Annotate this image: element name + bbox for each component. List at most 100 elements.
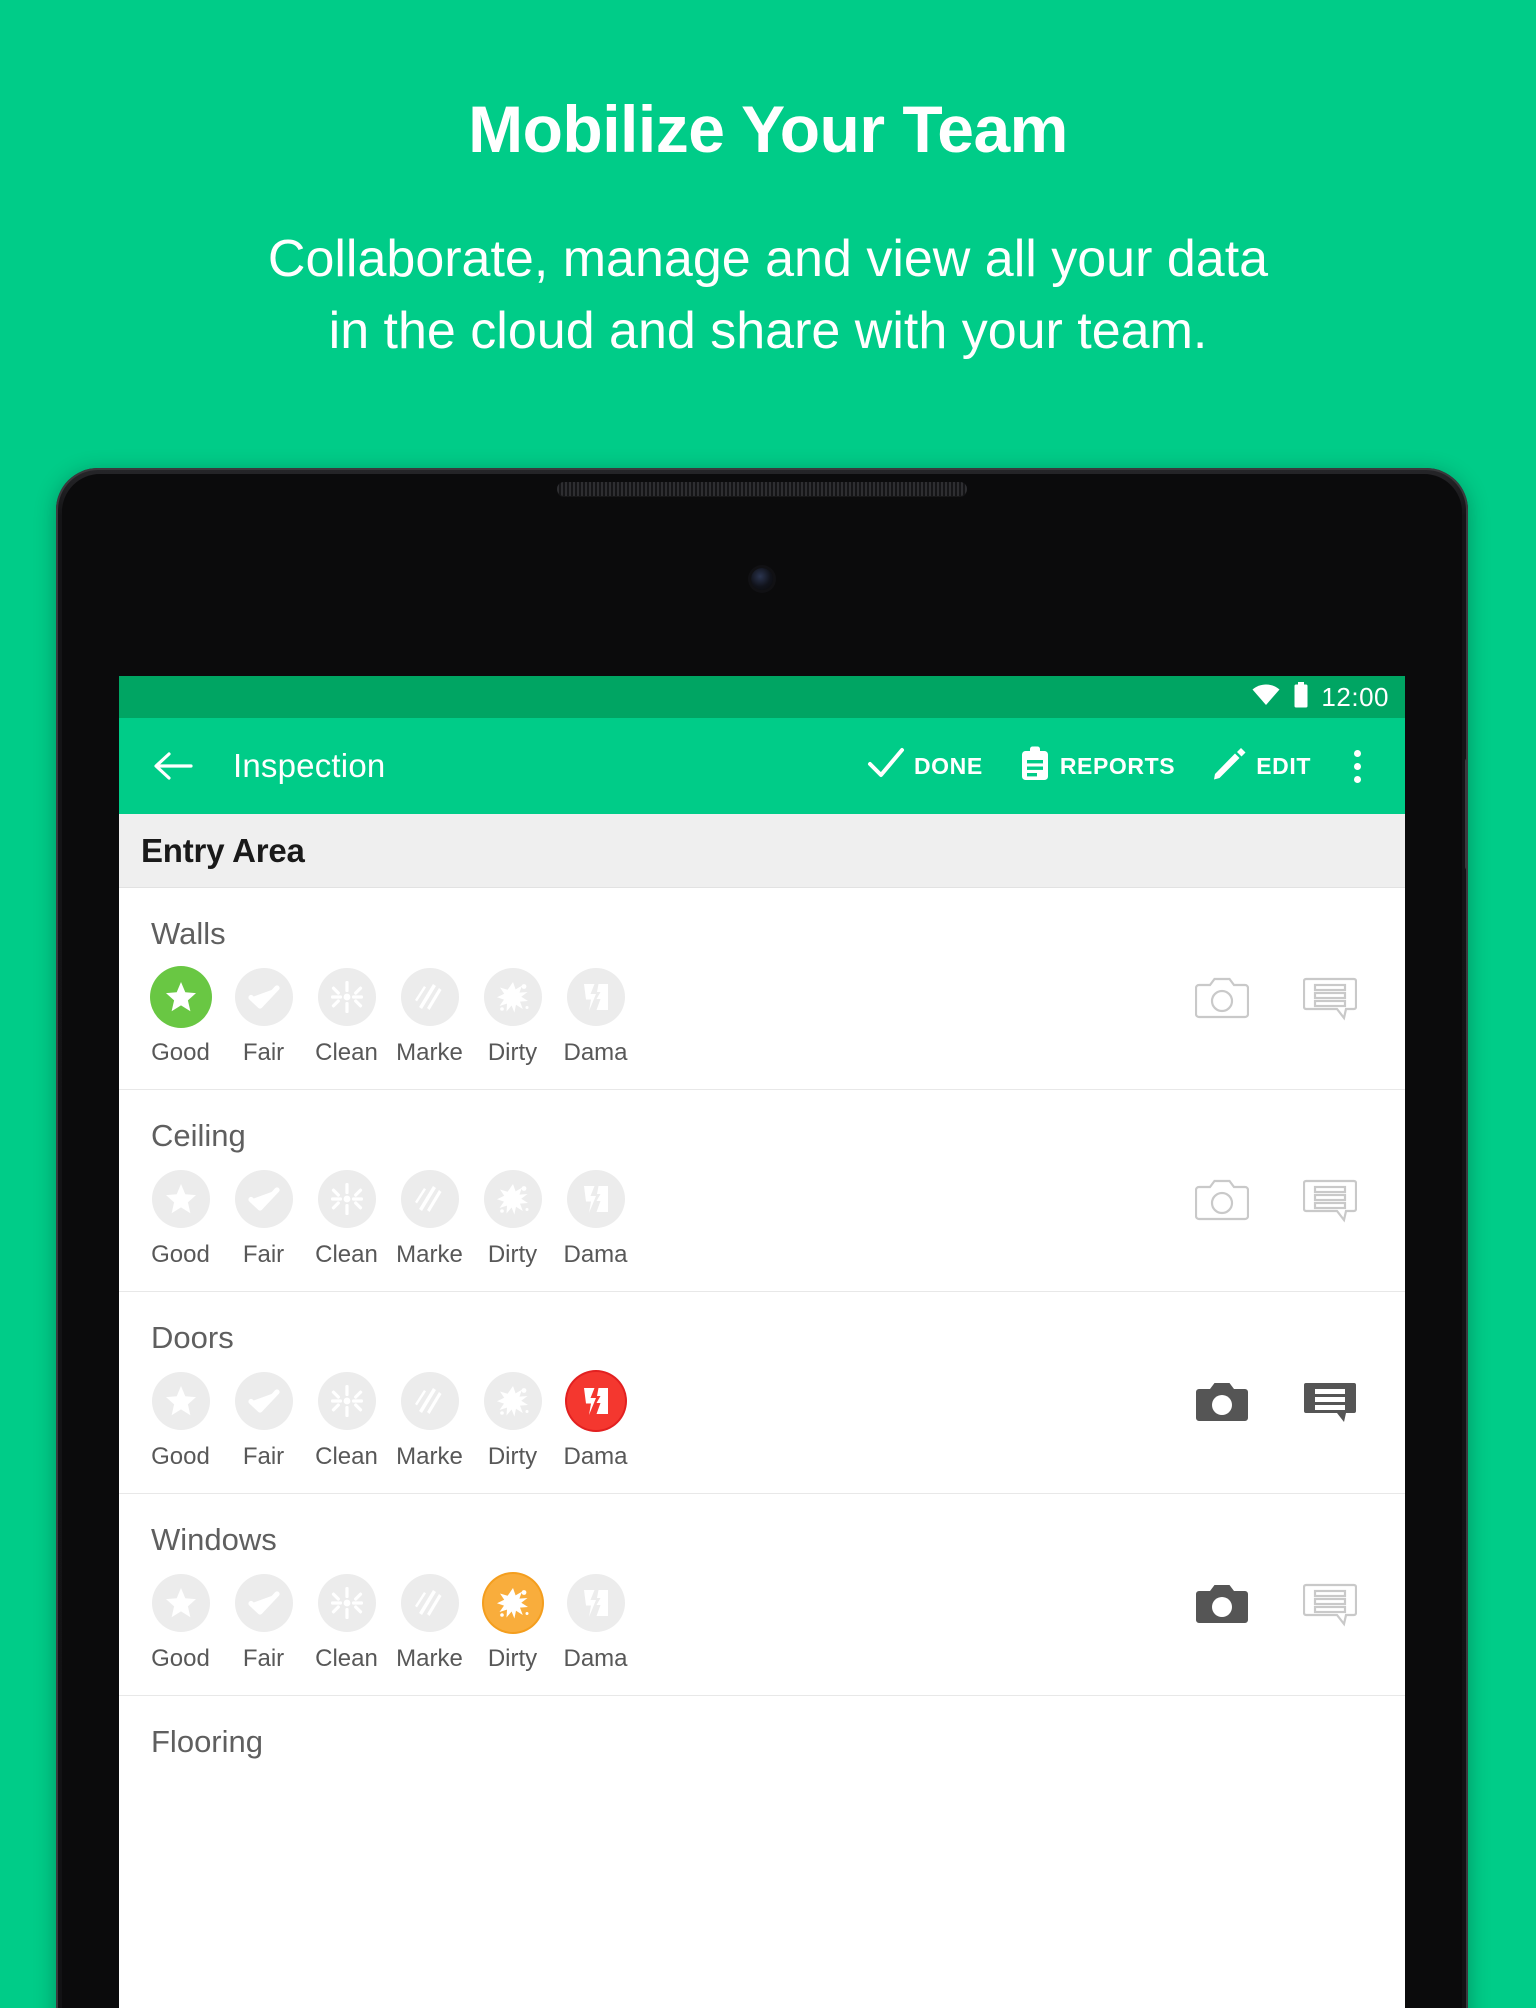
- note-icon[interactable]: [1303, 1578, 1357, 1628]
- sparkle-icon: [317, 1170, 376, 1228]
- check-circle-icon: [234, 1372, 293, 1430]
- splat-icon: [483, 1372, 542, 1430]
- rating-option-label: Dirty: [487, 1039, 538, 1066]
- rating-option-label: Fair: [242, 1443, 285, 1470]
- toolbar-actions: DONE REPORTS EDIT: [849, 718, 1379, 814]
- toolbar-title: Inspection: [233, 747, 386, 784]
- inspection-item-row-flooring: Flooring GoodFairCleanMarkeDirtyDama: [119, 1696, 1405, 1897]
- power-button[interactable]: [1465, 758, 1468, 870]
- reports-button-label: REPORTS: [1059, 752, 1176, 779]
- camera-icon[interactable]: [1195, 972, 1249, 1022]
- rating-option-group: Good Fair Clean Marke Dirty Dama: [119, 1170, 637, 1269]
- edit-button[interactable]: EDIT: [1193, 718, 1329, 814]
- rating-option-label: Clean: [315, 1443, 378, 1470]
- inspection-item-title: Ceiling: [151, 1118, 246, 1153]
- done-button-label: DONE: [913, 752, 983, 779]
- rating-option-clean[interactable]: Clean: [305, 1372, 388, 1471]
- rating-option-good[interactable]: Good: [139, 1574, 222, 1673]
- note-icon[interactable]: [1303, 1174, 1357, 1224]
- rating-option-marke[interactable]: Marke: [388, 1170, 471, 1269]
- inspection-item-row-walls: Walls Good Fair Clean Marke Dirty Dama: [119, 888, 1405, 1090]
- row-tools: [1195, 1574, 1405, 1628]
- inspection-item-list: Walls Good Fair Clean Marke Dirty Dama C…: [119, 888, 1405, 1897]
- tablet-device-frame: 12:00 Inspection DONE REPORTS EDIT Entry…: [56, 468, 1468, 2008]
- more-vertical-icon[interactable]: [1335, 718, 1379, 814]
- rating-option-group: Good Fair Clean Marke Dirty Dama: [119, 1574, 637, 1673]
- rating-option-dama[interactable]: Dama: [554, 1170, 637, 1269]
- rating-option-good[interactable]: Good: [139, 1170, 222, 1269]
- note-icon[interactable]: [1303, 1376, 1357, 1426]
- promo-subtitle-line-1: Collaborate, manage and view all your da…: [267, 230, 1269, 288]
- rating-option-clean[interactable]: Clean: [305, 1170, 388, 1269]
- sparkle-icon: [317, 1372, 376, 1430]
- scratches-icon: [400, 1372, 459, 1430]
- rating-option-fair[interactable]: Fair: [222, 1170, 305, 1269]
- star-icon: [151, 1372, 210, 1430]
- rating-option-label: Dama: [563, 1443, 628, 1470]
- rating-option-good[interactable]: Good: [139, 1372, 222, 1471]
- rating-option-dirty[interactable]: Dirty: [471, 1372, 554, 1471]
- inspection-item-row-windows: Windows Good Fair Clean Marke Dirty Dama: [119, 1494, 1405, 1696]
- rating-option-good[interactable]: Good: [139, 968, 222, 1067]
- inspection-item-row-doors: Doors Good Fair Clean Marke Dirty Dama: [119, 1292, 1405, 1494]
- page-title: Mobilize Your Team: [468, 92, 1068, 166]
- check-icon: [867, 747, 905, 786]
- splat-icon: [483, 968, 542, 1026]
- rating-option-label: Good: [151, 1443, 210, 1470]
- rating-option-label: Fair: [242, 1241, 285, 1268]
- back-arrow-icon[interactable]: [151, 744, 195, 788]
- app-toolbar: Inspection DONE REPORTS EDIT: [119, 718, 1405, 814]
- check-circle-icon: [234, 1170, 293, 1228]
- rating-option-clean[interactable]: Clean: [305, 968, 388, 1067]
- inspection-item-title: Walls: [151, 916, 226, 951]
- rating-option-label: Good: [151, 1039, 210, 1066]
- scratches-icon: [400, 968, 459, 1026]
- rating-option-dirty[interactable]: Dirty: [471, 1574, 554, 1673]
- splat-icon: [483, 1170, 542, 1228]
- rating-option-label: Clean: [315, 1241, 378, 1268]
- inspection-item-title: Windows: [151, 1522, 277, 1557]
- rating-option-dirty[interactable]: Dirty: [471, 1170, 554, 1269]
- section-header: Entry Area: [119, 814, 1405, 888]
- rating-option-label: Marke: [396, 1241, 463, 1268]
- camera-icon[interactable]: [1195, 1174, 1249, 1224]
- cracked-icon: [566, 1574, 625, 1632]
- rating-option-fair[interactable]: Fair: [222, 968, 305, 1067]
- note-icon[interactable]: [1303, 972, 1357, 1022]
- done-button[interactable]: DONE: [849, 718, 1001, 814]
- check-circle-icon: [234, 1574, 293, 1632]
- rating-option-clean[interactable]: Clean: [305, 1574, 388, 1673]
- rating-option-dama[interactable]: Dama: [554, 968, 637, 1067]
- rating-option-label: Dama: [563, 1241, 628, 1268]
- rating-option-dama[interactable]: Dama: [554, 1574, 637, 1673]
- reports-button[interactable]: REPORTS: [1001, 718, 1193, 814]
- rating-option-label: Clean: [315, 1645, 378, 1672]
- rating-option-group: Good Fair Clean Marke Dirty Dama: [119, 1372, 637, 1471]
- inspection-item-row-ceiling: Ceiling Good Fair Clean Marke Dirty Dama: [119, 1090, 1405, 1292]
- rating-option-fair[interactable]: Fair: [222, 1574, 305, 1673]
- speaker-grille-icon: [557, 482, 967, 496]
- rating-option-group: Good Fair Clean Marke Dirty Dama: [119, 968, 637, 1067]
- camera-icon[interactable]: [1195, 1376, 1249, 1426]
- star-icon: [151, 1574, 210, 1632]
- rating-option-marke[interactable]: Marke: [388, 1372, 471, 1471]
- rating-option-label: Clean: [315, 1039, 378, 1066]
- rating-option-label: Dirty: [487, 1443, 538, 1470]
- sparkle-icon: [317, 1574, 376, 1632]
- cracked-icon: [566, 968, 625, 1026]
- rating-option-label: Dirty: [487, 1645, 538, 1672]
- clipboard-icon: [1019, 745, 1051, 787]
- rating-option-marke[interactable]: Marke: [388, 968, 471, 1067]
- rating-option-label: Dama: [563, 1645, 628, 1672]
- rating-option-dirty[interactable]: Dirty: [471, 968, 554, 1067]
- rating-option-label: Marke: [396, 1039, 463, 1066]
- rating-option-label: Fair: [242, 1645, 285, 1672]
- rating-option-label: Good: [151, 1241, 210, 1268]
- rating-option-marke[interactable]: Marke: [388, 1574, 471, 1673]
- sparkle-icon: [317, 968, 376, 1026]
- rating-option-label: Marke: [396, 1443, 463, 1470]
- cracked-icon: [566, 1372, 625, 1430]
- rating-option-dama[interactable]: Dama: [554, 1372, 637, 1471]
- rating-option-fair[interactable]: Fair: [222, 1372, 305, 1471]
- camera-icon[interactable]: [1195, 1578, 1249, 1628]
